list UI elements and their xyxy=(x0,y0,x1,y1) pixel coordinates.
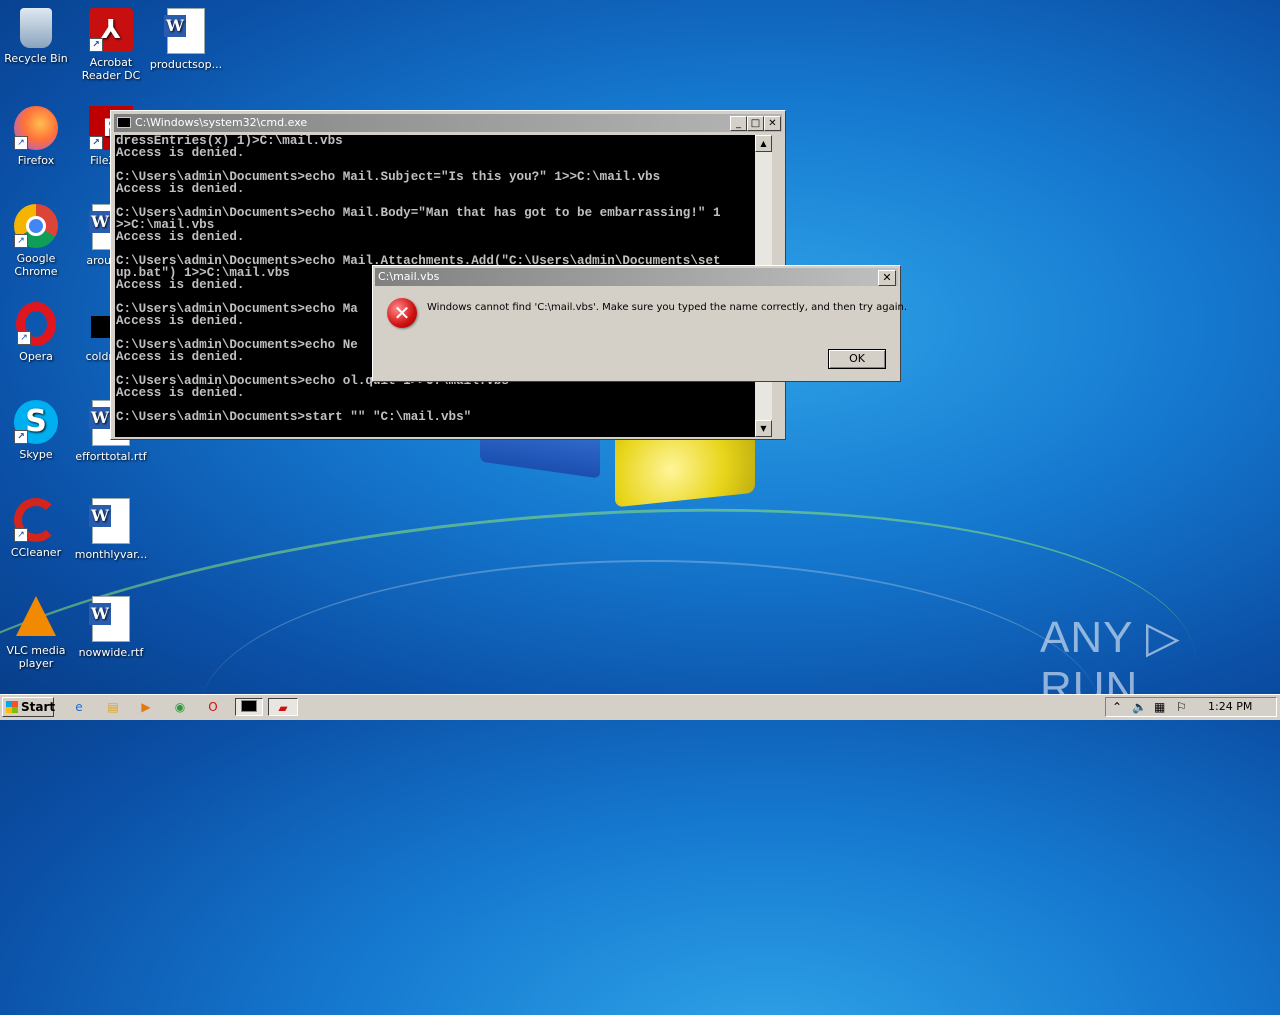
system-tray: ⌃ 🔈 ▦ ⚐ 1:24 PM xyxy=(1105,697,1277,717)
desktop-icon-label: productsop... xyxy=(149,58,223,71)
dialog-title: C:\mail.vbs xyxy=(378,270,440,283)
desktop-icon-firefox[interactable]: ↗ Firefox xyxy=(0,106,74,167)
desktop-icon-label: efforttotal.rtf xyxy=(75,450,147,463)
console-line: Access is denied. xyxy=(116,386,245,400)
console-line: Access is denied. xyxy=(116,146,245,160)
action-center-flag-icon[interactable]: ⚐ xyxy=(1176,699,1187,715)
desktop-icon-chrome[interactable]: ↗ Google Chrome xyxy=(0,204,74,278)
desktop-icon-opera[interactable]: ↗ Opera xyxy=(0,302,74,363)
scroll-up-arrow-icon[interactable]: ▲ xyxy=(755,135,772,152)
desktop-icon-acrobat[interactable]: ⅄ ↗ Acrobat Reader DC xyxy=(73,8,149,82)
volume-icon[interactable]: 🔈 xyxy=(1132,699,1147,715)
taskbar: Start e ▤ ▶ ◉ O ▰ ⌃ 🔈 ▦ ⚐ 1:24 PM xyxy=(0,694,1280,720)
desktop-icon-label: nowwide.rtf xyxy=(78,646,144,659)
desktop-icon-vlc[interactable]: VLC media player xyxy=(0,596,74,670)
desktop-icon-label: Skype xyxy=(19,448,53,461)
ccleaner-icon: ↗ xyxy=(14,498,58,542)
start-label: Start xyxy=(21,700,56,714)
word-document-icon: W xyxy=(89,596,130,642)
vlc-icon xyxy=(16,596,56,636)
desktop-icon-label: Opera xyxy=(19,350,53,363)
clock[interactable]: 1:24 PM xyxy=(1208,700,1252,713)
maximize-button[interactable]: □ xyxy=(747,116,764,131)
ie-icon[interactable]: e xyxy=(68,698,90,716)
opera-taskbar-icon[interactable]: O xyxy=(202,698,224,716)
chrome-taskbar-icon[interactable]: ◉ xyxy=(169,698,191,716)
desktop-icon-label: Firefox xyxy=(17,154,55,167)
ok-button[interactable]: OK xyxy=(828,349,886,369)
desktop-icon-nowwide[interactable]: W nowwide.rtf xyxy=(73,596,149,659)
desktop-icon-label: Recycle Bin xyxy=(4,52,68,65)
desktop-icon-label: Google Chrome xyxy=(14,252,58,278)
media-player-icon[interactable]: ▶ xyxy=(135,698,157,716)
desktop-icon-label: VLC media player xyxy=(6,644,66,670)
console-line: C:\Users\admin\Documents>start "" "C:\ma… xyxy=(116,410,472,424)
desktop-icon-label: CCleaner xyxy=(10,546,62,559)
cmd-title-bar[interactable]: C:\Windows\system32\cmd.exe _ □ ✕ xyxy=(114,114,782,132)
desktop-icon-skype[interactable]: S ↗ Skype xyxy=(0,400,74,461)
error-icon: ✕ xyxy=(387,298,417,328)
scroll-down-arrow-icon[interactable]: ▼ xyxy=(755,420,772,437)
error-dialog[interactable]: C:\mail.vbs ✕ ✕ Windows cannot find 'C:\… xyxy=(372,265,907,382)
desktop-icon-label: Acrobat Reader DC xyxy=(81,56,141,82)
acrobat-icon: ⅄ ↗ xyxy=(89,8,133,52)
show-hidden-icons-icon[interactable]: ⌃ xyxy=(1112,699,1122,715)
desktop-icon-ccleaner[interactable]: ↗ CCleaner xyxy=(0,498,74,559)
desktop-icon-recycle-bin[interactable]: Recycle Bin xyxy=(0,8,74,65)
dialog-message: Windows cannot find 'C:\mail.vbs'. Make … xyxy=(427,302,908,313)
minimize-button[interactable]: _ xyxy=(730,116,747,131)
wscript-taskbar-button[interactable]: ▰ xyxy=(268,698,298,716)
word-document-icon: W xyxy=(89,498,130,544)
skype-icon: S ↗ xyxy=(14,400,58,444)
desktop-icon-productsop[interactable]: W productsop... xyxy=(148,8,224,71)
cmd-taskbar-button[interactable] xyxy=(235,698,263,716)
cmd-app-icon xyxy=(117,117,131,128)
close-button[interactable]: ✕ xyxy=(764,116,781,131)
console-line: Access is denied. xyxy=(116,182,245,196)
console-line: Access is denied. xyxy=(116,230,245,244)
firefox-icon: ↗ xyxy=(14,106,58,150)
dialog-title-bar[interactable]: C:\mail.vbs ✕ xyxy=(375,268,898,286)
dialog-close-button[interactable]: ✕ xyxy=(878,270,896,286)
desktop-icon-label: monthlyvar... xyxy=(74,548,148,561)
cmd-window-title: C:\Windows\system32\cmd.exe xyxy=(135,116,308,129)
network-icon[interactable]: ▦ xyxy=(1154,699,1165,715)
windows-logo-icon xyxy=(6,701,18,713)
explorer-icon[interactable]: ▤ xyxy=(102,698,124,716)
start-button[interactable]: Start xyxy=(2,697,56,717)
word-document-icon: W xyxy=(164,8,205,54)
chrome-icon: ↗ xyxy=(14,204,58,248)
opera-icon: ↗ xyxy=(16,302,56,346)
desktop-icon-monthlyvar[interactable]: W monthlyvar... xyxy=(73,498,149,561)
recycle-bin-icon xyxy=(20,8,52,48)
